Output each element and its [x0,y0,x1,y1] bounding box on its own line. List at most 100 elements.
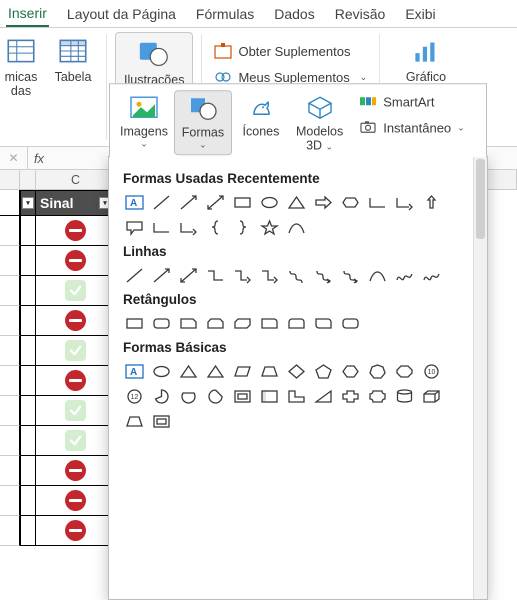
icons-button[interactable]: Ícones [232,90,290,155]
shape-line[interactable] [123,265,146,286]
shape-cross[interactable] [339,386,362,407]
shape-tear[interactable] [204,386,227,407]
shape-curlA[interactable] [339,265,362,286]
shape-trap[interactable] [123,411,146,432]
shape-round1[interactable] [258,313,281,334]
shape-Lshape[interactable] [285,386,308,407]
cancel-button[interactable]: ✕ [0,147,28,169]
cell-sinal[interactable] [36,396,116,426]
cell-sinal[interactable] [36,426,116,456]
row-header[interactable] [0,516,20,546]
shape-elbowA[interactable] [177,217,200,238]
shape-snipD[interactable] [231,313,254,334]
col-header[interactable] [20,170,36,189]
cell-sinal[interactable] [36,306,116,336]
shape-curve[interactable] [366,265,389,286]
shape-oval[interactable] [258,192,281,213]
shape-elbow[interactable] [150,217,173,238]
filter-dropdown-icon[interactable]: ▾ [22,197,34,209]
cell-sinal[interactable] [36,366,116,396]
shape-elbow[interactable] [366,192,389,213]
shape-para[interactable] [231,361,254,382]
models3d-button[interactable]: Modelos3D ⌄ [290,90,349,155]
shape-lineAA[interactable] [177,265,200,286]
row-header[interactable] [0,366,20,396]
cell-sinal[interactable] [36,276,116,306]
cell[interactable] [20,366,36,396]
cell-sinal[interactable] [36,246,116,276]
shapes-button[interactable]: Formas ⌄ [174,90,232,155]
tab-inserir[interactable]: Inserir [6,1,49,27]
shape-trap[interactable] [258,361,281,382]
cell-sinal[interactable] [36,216,116,246]
shape-can[interactable] [393,386,416,407]
shape-dec[interactable]: 10 [420,361,443,382]
row-header[interactable] [0,426,20,456]
shape-darrow[interactable] [420,192,443,213]
col-header-c[interactable]: C [36,170,116,189]
shape-dodec[interactable]: 12 [123,386,146,407]
fx-button[interactable]: fx [28,151,50,166]
tab-layout[interactable]: Layout da Página [65,2,178,26]
smartart-button[interactable]: SmartArt [355,90,469,112]
table-button[interactable]: Tabela [48,32,98,86]
cell[interactable] [20,516,36,546]
scrollbar[interactable] [473,157,487,599]
shape-pent[interactable] [312,361,335,382]
shape-connA[interactable] [231,265,254,286]
cell-sinal[interactable] [36,336,116,366]
tab-revisao[interactable]: Revisão [333,2,388,26]
shape-cube[interactable] [420,386,443,407]
shape-lbrace[interactable] [204,217,227,238]
shape-tri[interactable] [177,361,200,382]
shape-connA[interactable] [258,265,281,286]
get-addins-button[interactable]: Obter Suplementos [210,40,371,62]
shape-rect[interactable] [123,313,146,334]
tab-exibir[interactable]: Exibi [403,2,437,26]
cell[interactable] [20,246,36,276]
cell[interactable] [20,426,36,456]
shape-round2[interactable] [285,313,308,334]
shape-rect[interactable] [231,192,254,213]
shape-oval[interactable] [150,361,173,382]
shape-plaque[interactable] [366,386,389,407]
shape-free[interactable] [393,265,416,286]
cell-sinal[interactable] [36,486,116,516]
row-header[interactable] [0,396,20,426]
shape-tri[interactable] [285,192,308,213]
shape-tri[interactable] [204,361,227,382]
shape-oct[interactable] [393,361,416,382]
shape-curlA[interactable] [312,265,335,286]
shape-hept[interactable] [366,361,389,382]
row-header[interactable] [0,306,20,336]
shape-line[interactable] [150,192,173,213]
shape-roundrect[interactable] [150,313,173,334]
shape-elbowA[interactable] [393,192,416,213]
cell[interactable] [20,216,36,246]
shape-curve[interactable] [285,217,308,238]
cell[interactable] [20,486,36,516]
shape-hex2[interactable] [339,361,362,382]
row-header[interactable] [0,456,20,486]
shape-snip1[interactable] [177,313,200,334]
row-header[interactable] [0,276,20,306]
cell-sinal[interactable] [36,516,116,546]
select-all-corner[interactable] [0,170,20,189]
shape-textbox[interactable]: A [123,192,146,213]
shape-pie[interactable] [150,386,173,407]
shape-snip2[interactable] [204,313,227,334]
shape-rarrow[interactable] [312,192,335,213]
cell-sinal[interactable] [36,456,116,486]
cell[interactable] [20,276,36,306]
scrollbar-thumb[interactable] [476,159,485,239]
filter-cell-empty[interactable]: ▾ [20,190,36,216]
cell[interactable] [20,396,36,426]
shape-half[interactable] [258,386,281,407]
row-header[interactable] [0,216,20,246]
screenshot-button[interactable]: Instantâneo ⌄ [355,116,469,138]
shape-lineA[interactable] [177,192,200,213]
row-header[interactable] [0,336,20,366]
shape-roundrect[interactable] [339,313,362,334]
row-header[interactable] [0,486,20,516]
pivot-tables-button[interactable]: micasdas [0,32,42,101]
